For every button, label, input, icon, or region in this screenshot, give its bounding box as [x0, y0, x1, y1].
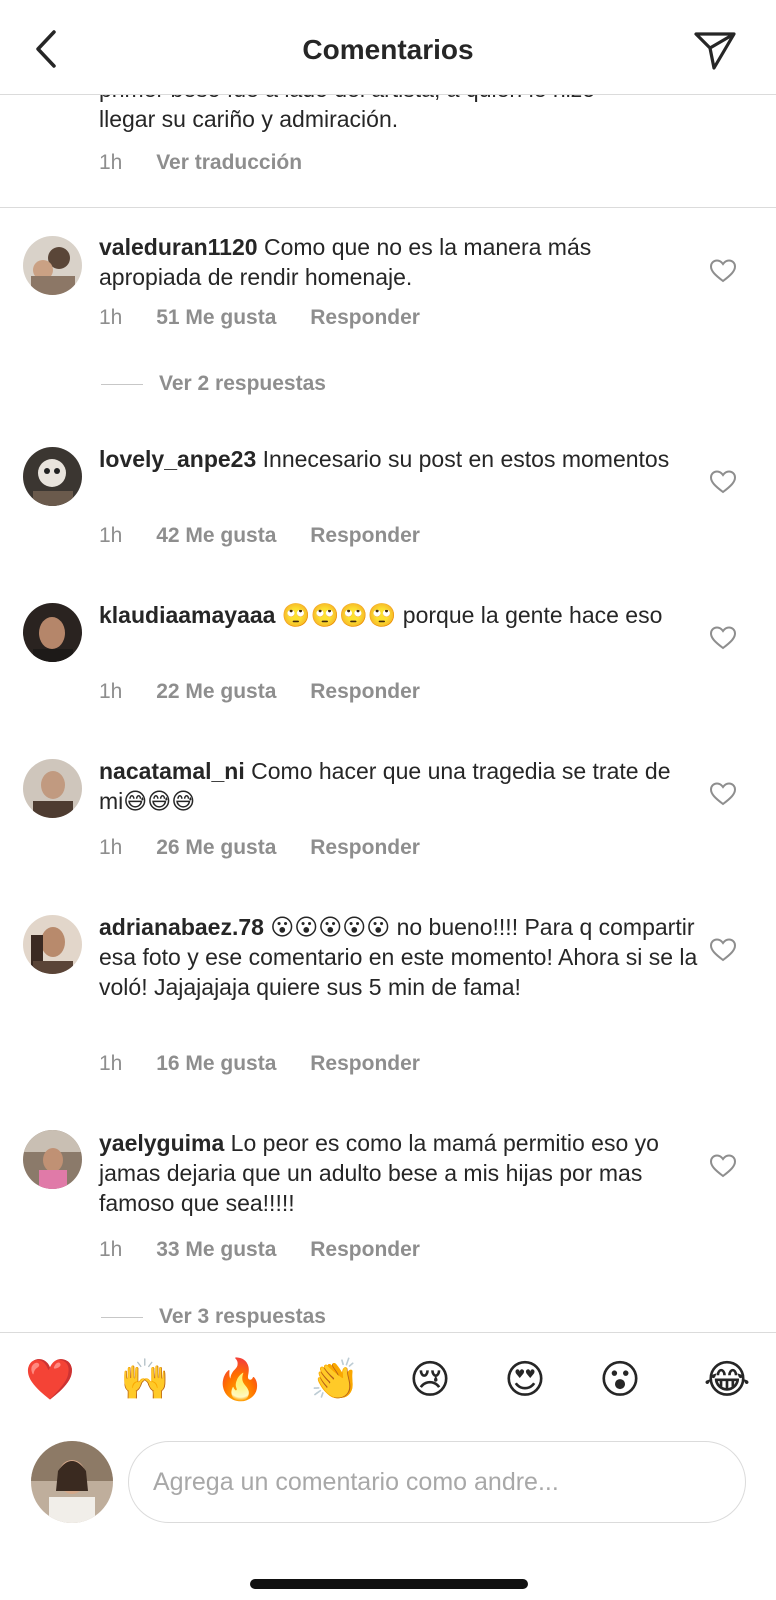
comment-meta: 1h 51 Me gusta Responder — [99, 306, 448, 330]
comment-body: Innecesario su post en estos momentos — [256, 446, 670, 472]
emoji-heart-eyes-button[interactable]: 😍 — [500, 1355, 550, 1405]
comment-text: adrianabaez.78 😮😮😮😮😮 no bueno!!!! Para q… — [99, 912, 699, 1002]
heart-icon[interactable] — [709, 259, 737, 283]
comment-meta: 1h 42 Me gusta Responder — [99, 524, 448, 548]
comment-time: 1h — [99, 836, 123, 859]
comment-username[interactable]: nacatamal_ni — [99, 758, 245, 784]
emoji-heart-button[interactable]: ❤️ — [25, 1355, 75, 1405]
comment-text: lovely_anpe23 Innecesario su post en est… — [99, 444, 699, 474]
comment-username[interactable]: lovely_anpe23 — [99, 446, 256, 472]
comment-input[interactable] — [128, 1441, 746, 1523]
heart-icon[interactable] — [709, 470, 737, 494]
avatar[interactable] — [23, 915, 82, 974]
comment-text: valeduran1120 Como que no es la manera m… — [99, 232, 699, 292]
paper-plane-icon — [694, 32, 736, 70]
comment-time: 1h — [99, 1238, 123, 1261]
comment-likes[interactable]: 42 Me gusta — [156, 524, 276, 547]
comment-username[interactable]: valeduran1120 — [99, 234, 258, 260]
replies-line — [101, 1316, 143, 1318]
avatar[interactable] — [23, 447, 82, 506]
header-bar: Comentarios — [0, 0, 776, 95]
emoji-laughing-button[interactable]: 😂 — [702, 1355, 752, 1405]
heart-icon[interactable] — [709, 938, 737, 962]
reply-button[interactable]: Responder — [310, 1238, 420, 1261]
emoji-quick-bar: ❤️ 🙌 🔥 👏 😢 😍 😮 😂 — [0, 1355, 776, 1411]
comment-meta: 1h 16 Me gusta Responder — [99, 1052, 448, 1076]
replies-line — [101, 383, 143, 385]
caption-time: 1h — [99, 151, 123, 174]
comment-username[interactable]: yaelyguima — [99, 1130, 224, 1156]
reply-button[interactable]: Responder — [310, 306, 420, 329]
page-title: Comentarios — [302, 34, 474, 65]
view-replies-label: Ver 3 respuestas — [159, 1305, 326, 1328]
caption-meta: 1h Ver traducción — [99, 151, 330, 175]
home-indicator — [250, 1579, 528, 1589]
comment-time: 1h — [99, 1052, 123, 1075]
caption-divider — [0, 207, 776, 208]
comments-scroll-area[interactable]: primer beso fue a lado del artista, a qu… — [0, 0, 776, 1332]
caption-line-end: llegar su cariño y admiración. — [99, 106, 399, 132]
comment-likes[interactable]: 22 Me gusta — [156, 680, 276, 703]
avatar[interactable] — [23, 1130, 82, 1189]
comment-username[interactable]: klaudiaamayaaa — [99, 602, 275, 628]
comment-time: 1h — [99, 306, 123, 329]
share-button[interactable] — [692, 28, 740, 72]
comment-time: 1h — [99, 524, 123, 547]
avatar[interactable] — [23, 236, 82, 295]
heart-icon[interactable] — [709, 626, 737, 650]
comment-likes[interactable]: 33 Me gusta — [156, 1238, 276, 1261]
reply-button[interactable]: Responder — [310, 1052, 420, 1075]
emoji-fire-button[interactable]: 🔥 — [215, 1355, 265, 1405]
user-avatar — [31, 1441, 113, 1523]
reply-button[interactable]: Responder — [310, 680, 420, 703]
comment-text: yaelyguima Lo peor es como la mamá permi… — [99, 1128, 699, 1218]
emoji-raised-hands-button[interactable]: 🙌 — [120, 1355, 170, 1405]
reply-button[interactable]: Responder — [310, 836, 420, 859]
heart-icon[interactable] — [709, 1154, 737, 1178]
view-replies-button[interactable]: Ver 2 respuestas — [101, 372, 326, 396]
avatar[interactable] — [23, 759, 82, 818]
comment-text: klaudiaamayaaa 🙄🙄🙄🙄 porque la gente hace… — [99, 600, 699, 630]
comment-time: 1h — [99, 680, 123, 703]
heart-icon[interactable] — [709, 782, 737, 806]
comment-meta: 1h 33 Me gusta Responder — [99, 1238, 448, 1262]
emoji-clap-button[interactable]: 👏 — [310, 1355, 360, 1405]
view-replies-button[interactable]: Ver 3 respuestas — [101, 1305, 326, 1329]
translate-button[interactable]: Ver traducción — [156, 151, 302, 174]
bottom-divider — [0, 1332, 776, 1333]
avatar[interactable] — [23, 603, 82, 662]
emoji-surprised-button[interactable]: 😮 — [595, 1355, 645, 1405]
comment-meta: 1h 26 Me gusta Responder — [99, 836, 448, 860]
comment-likes[interactable]: 26 Me gusta — [156, 836, 276, 859]
comment-username[interactable]: adrianabaez.78 — [99, 914, 264, 940]
emoji-crying-button[interactable]: 😢 — [405, 1355, 455, 1405]
comment-likes[interactable]: 51 Me gusta — [156, 306, 276, 329]
reply-button[interactable]: Responder — [310, 524, 420, 547]
comment-body: 🙄🙄🙄🙄 porque la gente hace eso — [275, 602, 663, 628]
comment-text: nacatamal_ni Como hacer que una tragedia… — [99, 756, 699, 816]
comment-meta: 1h 22 Me gusta Responder — [99, 680, 448, 704]
view-replies-label: Ver 2 respuestas — [159, 372, 326, 395]
comment-likes[interactable]: 16 Me gusta — [156, 1052, 276, 1075]
